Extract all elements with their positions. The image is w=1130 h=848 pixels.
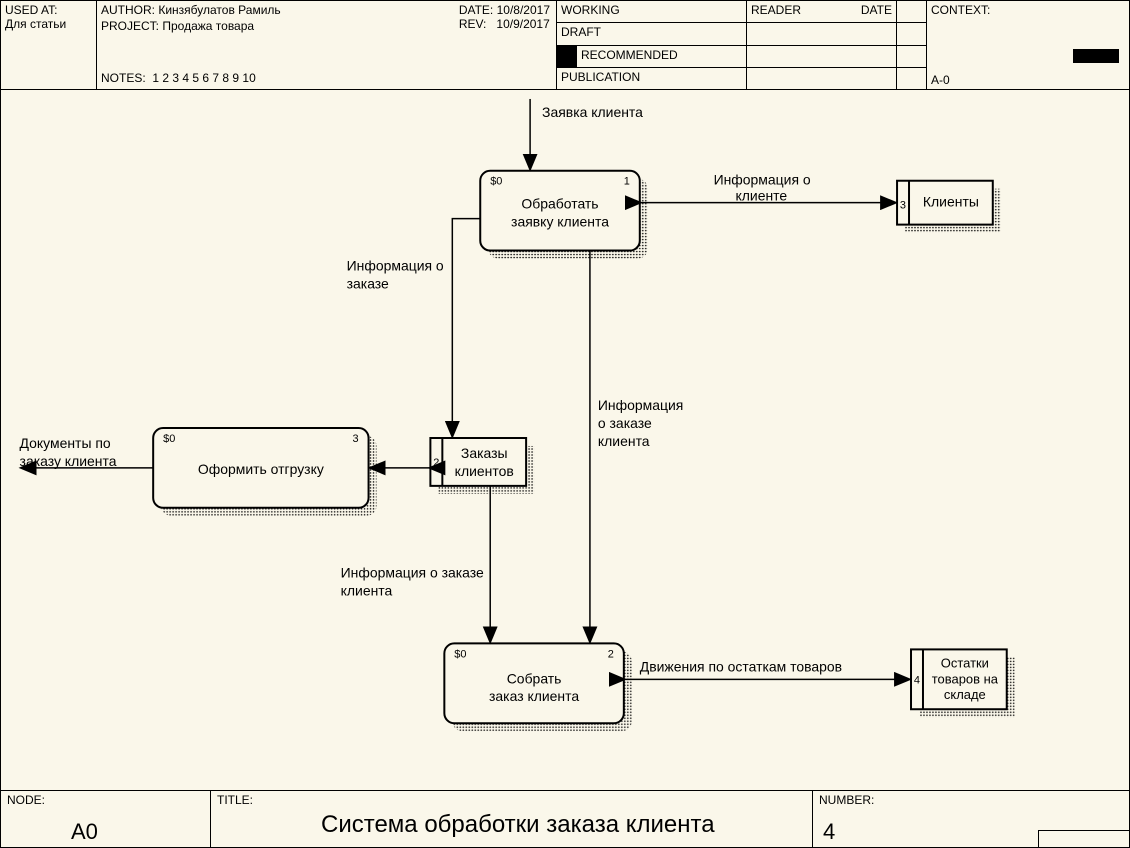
activity-box-1: $0 1 Обработать заявку клиента	[480, 171, 648, 259]
footer-number-value: 4	[823, 819, 835, 845]
status-date: DATE	[861, 3, 892, 20]
label-ioc3: клиента	[598, 433, 650, 449]
project-value: Продажа товара	[162, 19, 254, 33]
ds-stock-line1: Остатки	[941, 655, 989, 670]
ds-clients-label: Клиенты	[923, 194, 979, 210]
box2-num: 2	[608, 648, 614, 660]
footer-node-value: A0	[71, 819, 98, 845]
footer-title-value: Система обработки заказа клиента	[321, 811, 715, 839]
datastore-orders: 2 Заказы клиентов	[430, 438, 534, 494]
footer-node-cell: NODE: A0	[1, 791, 211, 847]
status-working: WORKING	[557, 1, 747, 22]
used-at-label: USED AT:	[5, 3, 92, 17]
label-stock: Движения по остаткам товаров	[640, 658, 842, 674]
date-value: 10/8/2017	[497, 3, 550, 17]
footer-block: NODE: A0 TITLE: Система обработки заказа…	[1, 790, 1129, 847]
box2-line2: заказ клиента	[489, 688, 579, 704]
label-iocb1: Информация о заказе	[341, 565, 484, 581]
status-recommended: RECOMMENDED	[577, 46, 746, 67]
activity-box-3: $0 3 Оформить отгрузку	[153, 428, 376, 516]
arrow-info-order: Информация о заказе	[347, 219, 481, 436]
footer-node-label: NODE:	[7, 793, 204, 807]
label-iocb2: клиента	[341, 583, 393, 599]
used-at-value: Для статьи	[5, 17, 92, 31]
author-cell: AUTHOR: Кинзябулатов Рамиль PROJECT: Про…	[97, 1, 557, 89]
activity-box-2: $0 2 Собрать заказ клиента	[444, 643, 631, 731]
label-docs1: Документы по	[20, 435, 111, 451]
box1-line1: Обработать	[521, 196, 598, 212]
label-info-order2: заказе	[347, 275, 389, 291]
box1-line2: заявку клиента	[511, 214, 609, 230]
ds-orders-line2: клиентов	[455, 463, 514, 479]
ds-stock-line2: товаров на	[932, 671, 999, 686]
label-input: Заявка клиента	[542, 104, 643, 120]
ds-orders-num: 2	[433, 457, 439, 469]
status-reader: READER	[751, 3, 801, 20]
diagram-canvas: $0 1 Обработать заявку клиента 3 Клиенты…	[1, 89, 1129, 791]
author-label: AUTHOR:	[101, 3, 155, 17]
box3-num: 3	[352, 433, 358, 445]
author-value: Кинзябулатов Рамиль	[158, 3, 280, 17]
date-label: DATE:	[459, 3, 493, 17]
datastore-stock: 4 Остатки товаров на складе	[911, 649, 1015, 717]
box1-cost: $0	[490, 176, 502, 188]
arrow-docs: Документы по заказу клиента	[20, 435, 154, 469]
label-clients2: клиенте	[736, 188, 788, 204]
ds-clients-num: 3	[900, 200, 906, 212]
context-node: A-0	[931, 73, 950, 87]
project-label: PROJECT:	[101, 19, 159, 33]
datastore-clients: 3 Клиенты	[897, 181, 1001, 233]
label-docs2: заказу клиента	[20, 453, 117, 469]
rev-value: 10/9/2017	[496, 17, 549, 31]
arrow-to-clients: Информация о клиенте	[640, 172, 895, 204]
arrow-to-stock: Движения по остаткам товаров	[624, 658, 909, 679]
context-cell: CONTEXT: A-0	[927, 1, 1129, 89]
label-clients1: Информация о	[714, 172, 811, 188]
arrow-info-order-client: Информация о заказе клиента	[590, 251, 683, 642]
footer-number-cell: NUMBER: 4	[813, 791, 1129, 847]
header-block: USED AT: Для статьи AUTHOR: Кинзябулатов…	[1, 1, 1129, 90]
status-cell: WORKING READER DATE DRAFT RECOMMENDED PU…	[557, 1, 927, 89]
footer-number-label: NUMBER:	[819, 793, 1123, 807]
notes-label: NOTES:	[101, 71, 146, 85]
box3-cost: $0	[163, 433, 175, 445]
label-info-order1: Информация о	[347, 257, 444, 273]
status-draft: DRAFT	[557, 23, 747, 44]
box1-num: 1	[624, 176, 630, 188]
ds-stock-num: 4	[914, 674, 920, 686]
label-ioc2: о заказе	[598, 415, 652, 431]
status-publication: PUBLICATION	[557, 68, 747, 89]
box2-cost: $0	[454, 648, 466, 660]
ds-orders-line1: Заказы	[461, 445, 508, 461]
box3-line1: Оформить отгрузку	[198, 461, 324, 477]
notes-values: 1 2 3 4 5 6 7 8 9 10	[152, 71, 255, 85]
footer-title-cell: TITLE: Система обработки заказа клиента	[211, 791, 813, 847]
footer-title-label: TITLE:	[217, 793, 806, 807]
rev-label: REV:	[459, 17, 487, 31]
used-at-cell: USED AT: Для статьи	[1, 1, 97, 89]
box2-line1: Собрать	[507, 670, 562, 686]
ds-stock-line3: складе	[944, 687, 986, 702]
label-ioc1: Информация	[598, 397, 683, 413]
context-icon	[1073, 49, 1119, 63]
context-label: CONTEXT:	[931, 3, 1125, 17]
